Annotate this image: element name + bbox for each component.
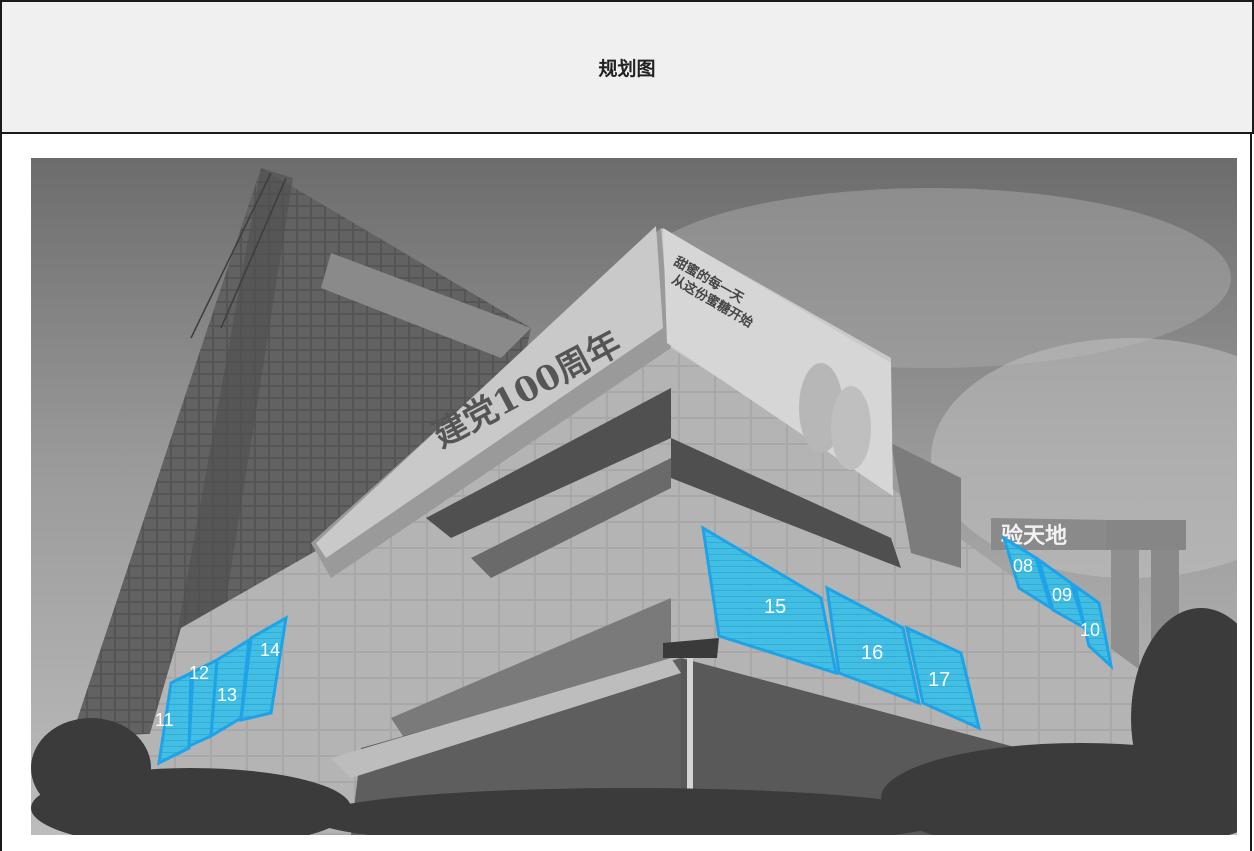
label-16: 16 (861, 642, 883, 664)
label-09: 09 (1052, 585, 1072, 605)
page-title: 规划图 (598, 57, 656, 80)
label-15: 15 (764, 596, 786, 618)
title-bar: 规划图 (0, 0, 1254, 134)
building-photo: 验天地 建党100周年 甜蜜的每一天 从这份蜜糖开始 15 16 17 08 0… (31, 158, 1237, 835)
label-08: 08 (1013, 556, 1033, 576)
label-10: 10 (1080, 620, 1100, 640)
label-12: 12 (189, 663, 209, 683)
label-13: 13 (217, 685, 237, 705)
label-11: 11 (155, 710, 174, 730)
label-17: 17 (928, 669, 950, 691)
label-14: 14 (260, 640, 280, 660)
